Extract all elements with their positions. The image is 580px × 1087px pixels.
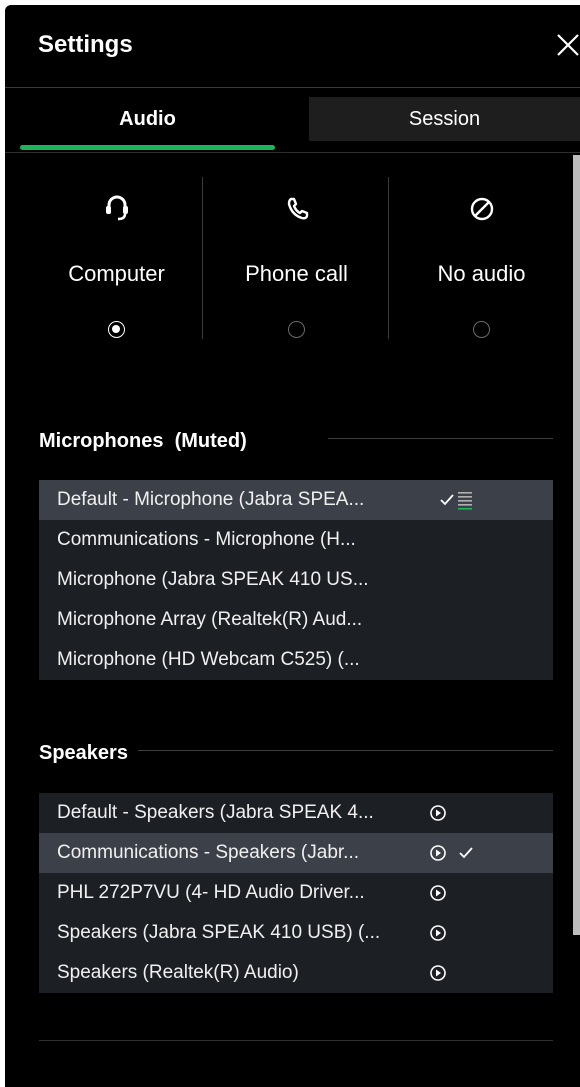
play-test-icon[interactable]: [429, 964, 447, 982]
section-divider: [328, 438, 553, 439]
tab-session[interactable]: Session: [309, 97, 580, 141]
audio-option-phone-call[interactable]: Phone call: [205, 177, 388, 347]
list-item-microphone[interactable]: Communications - Microphone (H...: [39, 520, 553, 560]
microphones-heading: Microphones (Muted): [39, 430, 247, 452]
list-item-speaker[interactable]: PHL 272P7VU (4- HD Audio Driver...: [39, 873, 553, 913]
audio-option-label: No audio: [437, 261, 526, 286]
page-title: Settings: [38, 31, 133, 58]
radio-phone-call[interactable]: [287, 321, 305, 338]
bottom-divider: [39, 1040, 553, 1041]
list-item-label: Communications - Microphone (H...: [57, 529, 356, 550]
list-item-speaker[interactable]: Speakers (Realtek(R) Audio): [39, 953, 553, 993]
option-divider: [388, 177, 389, 339]
close-icon: [557, 34, 579, 56]
microphone-list: Default - Microphone (Jabra SPEA... Comm…: [39, 480, 553, 680]
headset-icon: [105, 195, 128, 221]
list-item-microphone[interactable]: Microphone (Jabra SPEAK 410 US...: [39, 560, 553, 600]
list-item-speaker[interactable]: Communications - Speakers (Jabr...: [39, 833, 553, 873]
settings-panel: Settings Audio Session Computer Phone ca…: [5, 5, 580, 1087]
list-item-label: Speakers (Jabra SPEAK 410 USB) (...: [57, 922, 381, 943]
speaker-list: Default - Speakers (Jabra SPEAK 4... Com…: [39, 793, 553, 993]
title-bar: Settings: [5, 5, 580, 88]
phone-icon: [287, 197, 308, 220]
list-item-microphone[interactable]: Microphone (HD Webcam C525) (...: [39, 640, 553, 680]
section-divider: [138, 750, 553, 751]
list-item-speaker[interactable]: Speakers (Jabra SPEAK 410 USB) (...: [39, 913, 553, 953]
speakers-heading: Speakers: [39, 742, 128, 764]
audio-level-icon: [458, 492, 472, 510]
check-icon: [459, 847, 473, 859]
list-item-label: Microphone Array (Realtek(R) Aud...: [57, 609, 363, 630]
list-item-microphone[interactable]: Microphone Array (Realtek(R) Aud...: [39, 600, 553, 640]
radio-no-audio[interactable]: [472, 321, 490, 338]
no-audio-icon: [470, 197, 493, 221]
list-item-label: Default - Speakers (Jabra SPEAK 4...: [57, 802, 374, 823]
tab-bar: Audio Session: [5, 97, 580, 153]
list-item-label: Microphone (HD Webcam C525) (...: [57, 649, 360, 670]
tab-divider: [5, 152, 580, 153]
list-item-label: Default - Microphone (Jabra SPEA...: [57, 489, 365, 510]
play-test-icon[interactable]: [429, 804, 447, 822]
close-button[interactable]: [552, 27, 580, 63]
list-item-label: PHL 272P7VU (4- HD Audio Driver...: [57, 882, 365, 903]
list-item-microphone[interactable]: Default - Microphone (Jabra SPEA...: [39, 480, 553, 520]
list-item-label: Microphone (Jabra SPEAK 410 US...: [57, 569, 369, 590]
list-item-speaker[interactable]: Default - Speakers (Jabra SPEAK 4...: [39, 793, 553, 833]
option-divider: [202, 177, 203, 339]
list-item-label: Communications - Speakers (Jabr...: [57, 842, 360, 863]
play-test-icon[interactable]: [429, 924, 447, 942]
play-test-icon[interactable]: [429, 884, 447, 902]
audio-option-no-audio[interactable]: No audio: [390, 177, 573, 347]
audio-option-label: Computer: [68, 261, 165, 286]
play-test-icon[interactable]: [429, 844, 447, 862]
list-item-label: Speakers (Realtek(R) Audio): [57, 962, 299, 983]
tab-audio[interactable]: Audio: [20, 97, 275, 141]
scrollbar[interactable]: [573, 155, 580, 935]
audio-option-label: Phone call: [245, 261, 348, 286]
audio-option-computer[interactable]: Computer: [25, 177, 208, 347]
active-tab-indicator: [20, 145, 275, 150]
check-icon: [440, 494, 454, 506]
radio-computer[interactable]: [107, 321, 125, 338]
